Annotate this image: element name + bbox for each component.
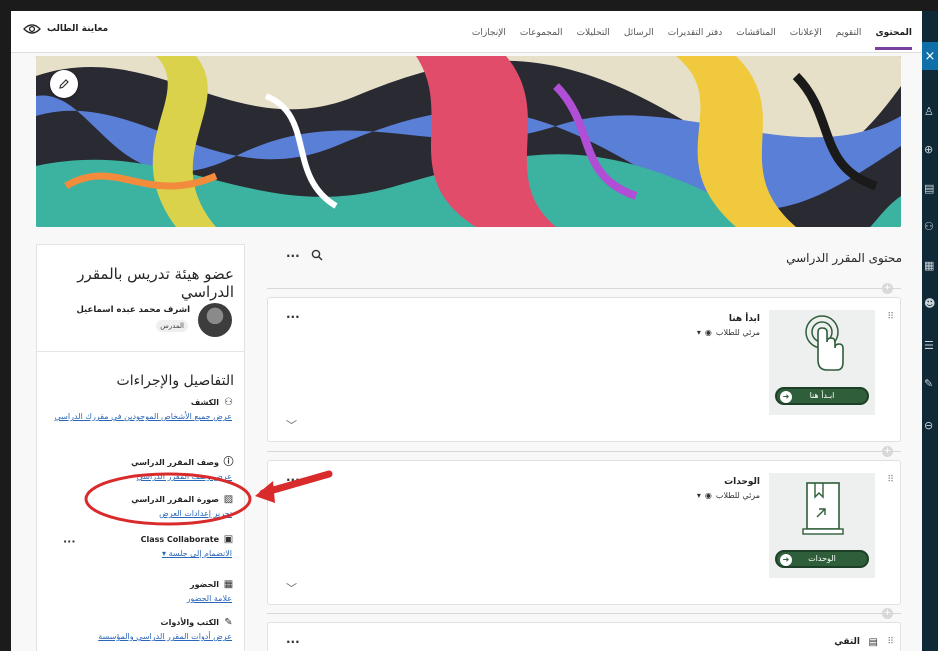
- units-pill: ➜ الوحدات: [775, 550, 869, 568]
- course-topbar: المحتوى التقويم الإعلانات المناقشات دفتر…: [11, 11, 922, 53]
- chevron-down-icon: ▾: [696, 328, 701, 337]
- content-card-partial[interactable]: ⠿ ▤ التقي ···: [267, 622, 901, 651]
- course-image-item: ▨ صورة المقرر الدراسي تحرير إعدادات العرض: [44, 494, 234, 520]
- instructor-name[interactable]: اشرف محمد عبده اسماعيل: [76, 305, 190, 315]
- tab-calendar[interactable]: التقويم: [836, 14, 862, 50]
- collaborate-icon: ▣: [223, 534, 234, 545]
- expand-chevron-icon[interactable]: ﹀: [286, 580, 297, 596]
- tools-icon: ✎: [224, 617, 233, 628]
- course-description-item: ⓘ وصف المقرر الدراسي عرض وصف المقرر الدرا…: [44, 457, 234, 483]
- edit-display-settings-link[interactable]: تحرير إعدادات العرض: [44, 508, 234, 520]
- app-frame: المحتوى التقويم الإعلانات المناقشات دفتر…: [11, 11, 922, 651]
- roster-icon: ⚇: [224, 397, 233, 408]
- card-thumbnail: ➜ الوحدات: [769, 473, 875, 578]
- book-icon: [802, 482, 844, 535]
- arrow-icon: ➜: [780, 391, 792, 403]
- add-content-icon[interactable]: +: [882, 608, 893, 619]
- description-heading: وصف المقرر الدراسي: [131, 458, 219, 467]
- card-title[interactable]: ابدأ هنا: [729, 314, 760, 324]
- attendance-heading: الحضور: [189, 580, 219, 589]
- expand-chevron-icon[interactable]: ﹀: [286, 417, 297, 433]
- details-heading: التفاصيل والإجراءات: [116, 373, 234, 389]
- document-icon: ▤: [868, 637, 878, 648]
- tab-content[interactable]: المحتوى: [875, 14, 912, 50]
- close-icon[interactable]: ×: [922, 42, 938, 70]
- mark-attendance-link[interactable]: علامة الحضور: [44, 593, 234, 605]
- add-content-icon[interactable]: +: [882, 446, 893, 457]
- tab-announcements[interactable]: الإعلانات: [790, 14, 822, 50]
- avatar[interactable]: [198, 303, 232, 337]
- logout-icon[interactable]: ⊖: [924, 420, 936, 432]
- groups-icon[interactable]: ⚇: [924, 221, 936, 233]
- tab-groups[interactable]: المجموعات: [520, 14, 563, 50]
- instructor-heading: عضو هيئة تدريس بالمقرر الدراسي: [77, 265, 234, 301]
- divider: [267, 288, 901, 289]
- roster-item: ⚇ الكشف عرض جميع الأشخاص الموجودين في مقر…: [44, 397, 234, 423]
- banner-image: [36, 56, 901, 227]
- description-link[interactable]: عرض وصف المقرر الدراسي: [44, 471, 234, 483]
- join-session-link[interactable]: الانضمام إلى جلسة ▾: [44, 548, 234, 560]
- card-more-button[interactable]: ···: [286, 635, 300, 649]
- edit-icon[interactable]: ✎: [924, 378, 936, 390]
- tab-discussions[interactable]: المناقشات: [736, 14, 775, 50]
- course-details-panel: عضو هيئة تدريس بالمقرر الدراسي اشرف محمد…: [36, 244, 245, 651]
- info-icon: ⓘ: [223, 457, 234, 468]
- profile-icon[interactable]: ☻: [924, 298, 936, 310]
- divider: [37, 351, 244, 352]
- tab-analytics[interactable]: التحليلات: [577, 14, 610, 50]
- drag-handle-icon[interactable]: ⠿: [887, 312, 894, 322]
- search-icon[interactable]: [311, 249, 323, 264]
- student-preview-button[interactable]: معاينة الطالب: [23, 23, 108, 35]
- visibility-dropdown[interactable]: مرئي للطلاب ◉ ▾: [697, 328, 760, 337]
- add-content-icon[interactable]: +: [882, 283, 893, 294]
- drag-handle-icon[interactable]: ⠿: [887, 637, 894, 647]
- tab-messages[interactable]: الرسائل: [624, 14, 654, 50]
- instructor-role-badge: المدرس: [156, 320, 188, 332]
- edit-banner-button[interactable]: [50, 70, 78, 98]
- course-tabs: المحتوى التقويم الإعلانات المناقشات دفتر…: [472, 11, 912, 53]
- calendar-icon[interactable]: ▦: [924, 260, 936, 272]
- collaborate-heading: Class Collaborate: [140, 535, 219, 544]
- drag-handle-icon[interactable]: ⠿: [887, 475, 894, 485]
- roster-heading: الكشف: [190, 398, 219, 407]
- arrow-icon: ➜: [780, 554, 792, 566]
- globe-icon[interactable]: ⊕: [924, 144, 936, 156]
- chevron-down-icon: ▾: [696, 491, 701, 500]
- tab-achievements[interactable]: الإنجازات: [472, 14, 506, 50]
- image-icon: ▨: [223, 494, 234, 505]
- card-title[interactable]: الوحدات: [724, 477, 760, 487]
- eye-icon: ◉: [704, 328, 712, 337]
- course-image-heading: صورة المقرر الدراسي: [131, 495, 219, 504]
- chevron-down-icon: ▾: [162, 549, 167, 558]
- notes-icon[interactable]: ☰: [924, 340, 936, 352]
- card-thumbnail: ➜ ابـدأ هنا: [769, 310, 875, 415]
- content-more-button[interactable]: ···: [286, 249, 300, 263]
- eye-refresh-icon: [23, 24, 41, 34]
- divider: [267, 451, 901, 452]
- tab-gradebook[interactable]: دفتر التقديرات: [668, 14, 723, 50]
- start-here-pill: ➜ ابـدأ هنا: [775, 387, 869, 405]
- tap-hand-icon: [805, 315, 844, 371]
- attendance-item: ▦ الحضور علامة الحضور: [44, 579, 234, 605]
- content-card-units[interactable]: ⠿ ➜ الوحدات الوحدات مرئي للطلاب ◉ ▾ ··· ﹀: [267, 460, 901, 605]
- eye-icon: ◉: [704, 491, 712, 500]
- card-title[interactable]: التقي: [834, 637, 860, 647]
- card-more-button[interactable]: ···: [286, 310, 300, 324]
- collaborate-more-button[interactable]: ···: [63, 535, 76, 548]
- pencil-icon: [59, 79, 69, 89]
- card-more-button[interactable]: ···: [286, 473, 300, 487]
- roster-link[interactable]: عرض جميع الأشخاص الموجودين في مقررك الدر…: [44, 411, 234, 423]
- view-tools-link[interactable]: عرض أدوات المقرر الدراسي والمؤسسة: [44, 631, 234, 643]
- course-banner: [36, 56, 901, 227]
- visibility-dropdown[interactable]: مرئي للطلاب ◉ ▾: [697, 491, 760, 500]
- content-heading: محتوى المقرر الدراسي: [786, 251, 902, 265]
- books-tools-heading: الكتب والأدوات: [160, 618, 219, 627]
- attendance-icon: ▦: [223, 579, 234, 590]
- user-icon[interactable]: ♙: [924, 106, 936, 118]
- courses-icon[interactable]: ▤: [924, 183, 936, 195]
- content-card-start-here[interactable]: ⠿ ➜ ابـدأ هنا ابدأ هنا مرئي للطلاب ◉ ▾ ··· …: [267, 297, 901, 442]
- books-tools-item: ✎ الكتب والأدوات عرض أدوات المقرر الدراسي…: [44, 617, 234, 643]
- divider: [267, 613, 901, 614]
- student-preview-label: معاينة الطالب: [47, 24, 109, 34]
